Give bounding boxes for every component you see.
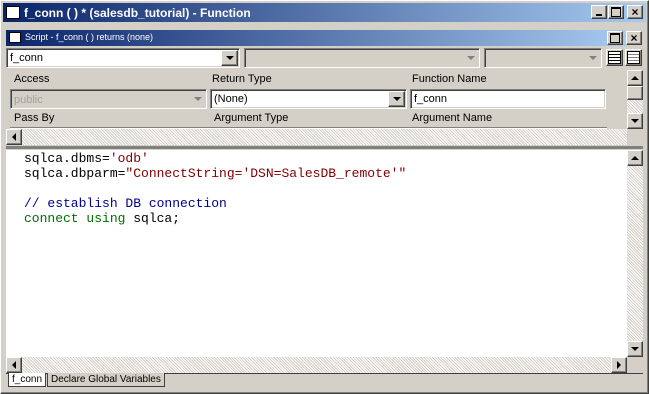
code-line-connect: connect using sqlca; <box>24 211 181 226</box>
chevron-down-icon <box>466 56 475 60</box>
pass-by-label: Pass By <box>14 112 55 124</box>
tab-declare-global-variables-label: Declare Global Variables <box>51 374 161 385</box>
properties-hscroll[interactable] <box>6 129 627 145</box>
tab-declare-global-variables[interactable]: Declare Global Variables <box>47 373 165 387</box>
code-line-comment: // establish DB connection <box>24 196 227 211</box>
grid-view-icon <box>627 51 640 64</box>
function-name-value: f_conn <box>414 93 448 105</box>
chevron-left-icon <box>12 133 16 141</box>
close-button[interactable]: × <box>627 5 643 19</box>
minimize-icon <box>596 14 602 16</box>
properties-scroll-thumb[interactable] <box>627 86 643 100</box>
object-combo[interactable]: f_conn <box>6 48 240 68</box>
properties-scroll-down[interactable] <box>627 113 643 129</box>
event-combo[interactable] <box>244 48 480 68</box>
function-name-field[interactable]: f_conn <box>410 89 606 109</box>
window-titlebar[interactable]: f_conn ( ) * (salesdb_tutorial) - Functi… <box>3 3 646 22</box>
chevron-left-icon <box>12 361 16 369</box>
ancestor-combo[interactable] <box>484 48 602 68</box>
maximize-icon <box>610 33 620 43</box>
code-line-1: sqlca.dbms='odb' <box>24 151 149 166</box>
argument-type-label: Argument Type <box>214 112 289 124</box>
chevron-down-icon <box>631 119 639 123</box>
return-type-label: Return Type <box>212 73 272 85</box>
argument-name-label: Argument Name <box>412 112 493 124</box>
editor-scroll-up[interactable] <box>627 150 643 166</box>
properties-scroll-up[interactable] <box>627 70 643 86</box>
tab-f-conn[interactable]: f_conn <box>8 373 47 387</box>
access-combo[interactable]: public <box>10 89 207 109</box>
tab-f-conn-label: f_conn <box>12 374 43 385</box>
editor-hscroll[interactable] <box>6 357 627 373</box>
editor-vscroll[interactable] <box>627 150 643 357</box>
chevron-down-icon <box>392 97 401 101</box>
script-panel-title: Script - f_conn ( ) returns (none) <box>25 32 154 42</box>
window-app-icon <box>6 6 20 19</box>
return-type-dropdown[interactable] <box>388 91 405 107</box>
code-line-2: sqlca.dbparm="ConnectString='DSN=SalesDB… <box>24 166 407 181</box>
function-name-label: Function Name <box>412 73 487 85</box>
ancestor-combo-dropdown[interactable] <box>585 50 600 66</box>
chevron-down-icon <box>193 97 202 101</box>
object-combo-dropdown[interactable] <box>221 50 238 66</box>
chevron-down-icon <box>631 347 639 351</box>
script-maximize-button[interactable] <box>607 31 623 45</box>
editor-scroll-right[interactable] <box>611 357 627 373</box>
script-close-button[interactable]: × <box>626 31 642 45</box>
minimize-button[interactable] <box>591 5 607 19</box>
access-combo-dropdown[interactable] <box>190 91 205 107</box>
editor-scroll-left[interactable] <box>6 357 22 373</box>
editor-scroll-down[interactable] <box>627 341 643 357</box>
list-view-icon <box>608 51 621 64</box>
access-label: Access <box>14 73 50 85</box>
chevron-right-icon <box>617 361 621 369</box>
access-value: public <box>14 94 43 106</box>
chevron-down-icon <box>225 56 234 60</box>
close-icon: × <box>630 31 638 45</box>
object-combo-value: f_conn <box>10 52 44 64</box>
maximize-icon <box>611 7 621 17</box>
maximize-button[interactable] <box>608 5 624 19</box>
properties-scroll-left[interactable] <box>6 129 22 145</box>
code-editor[interactable]: sqlca.dbms='odb' sqlca.dbparm="ConnectSt… <box>6 150 627 357</box>
list-view-button[interactable] <box>606 49 623 66</box>
window-title: f_conn ( ) * (salesdb_tutorial) - Functi… <box>24 6 251 20</box>
close-icon: × <box>631 5 639 19</box>
chevron-up-icon <box>631 156 639 160</box>
script-icon <box>9 32 21 43</box>
script-panel-titlebar[interactable]: Script - f_conn ( ) returns (none) <box>6 30 626 46</box>
splitter[interactable] <box>6 146 643 149</box>
return-type-value: (None) <box>214 93 248 105</box>
chevron-up-icon <box>631 76 639 80</box>
grid-view-button[interactable] <box>625 49 642 66</box>
return-type-combo[interactable]: (None) <box>210 89 407 109</box>
chevron-down-icon <box>588 56 597 60</box>
event-combo-dropdown[interactable] <box>463 50 478 66</box>
